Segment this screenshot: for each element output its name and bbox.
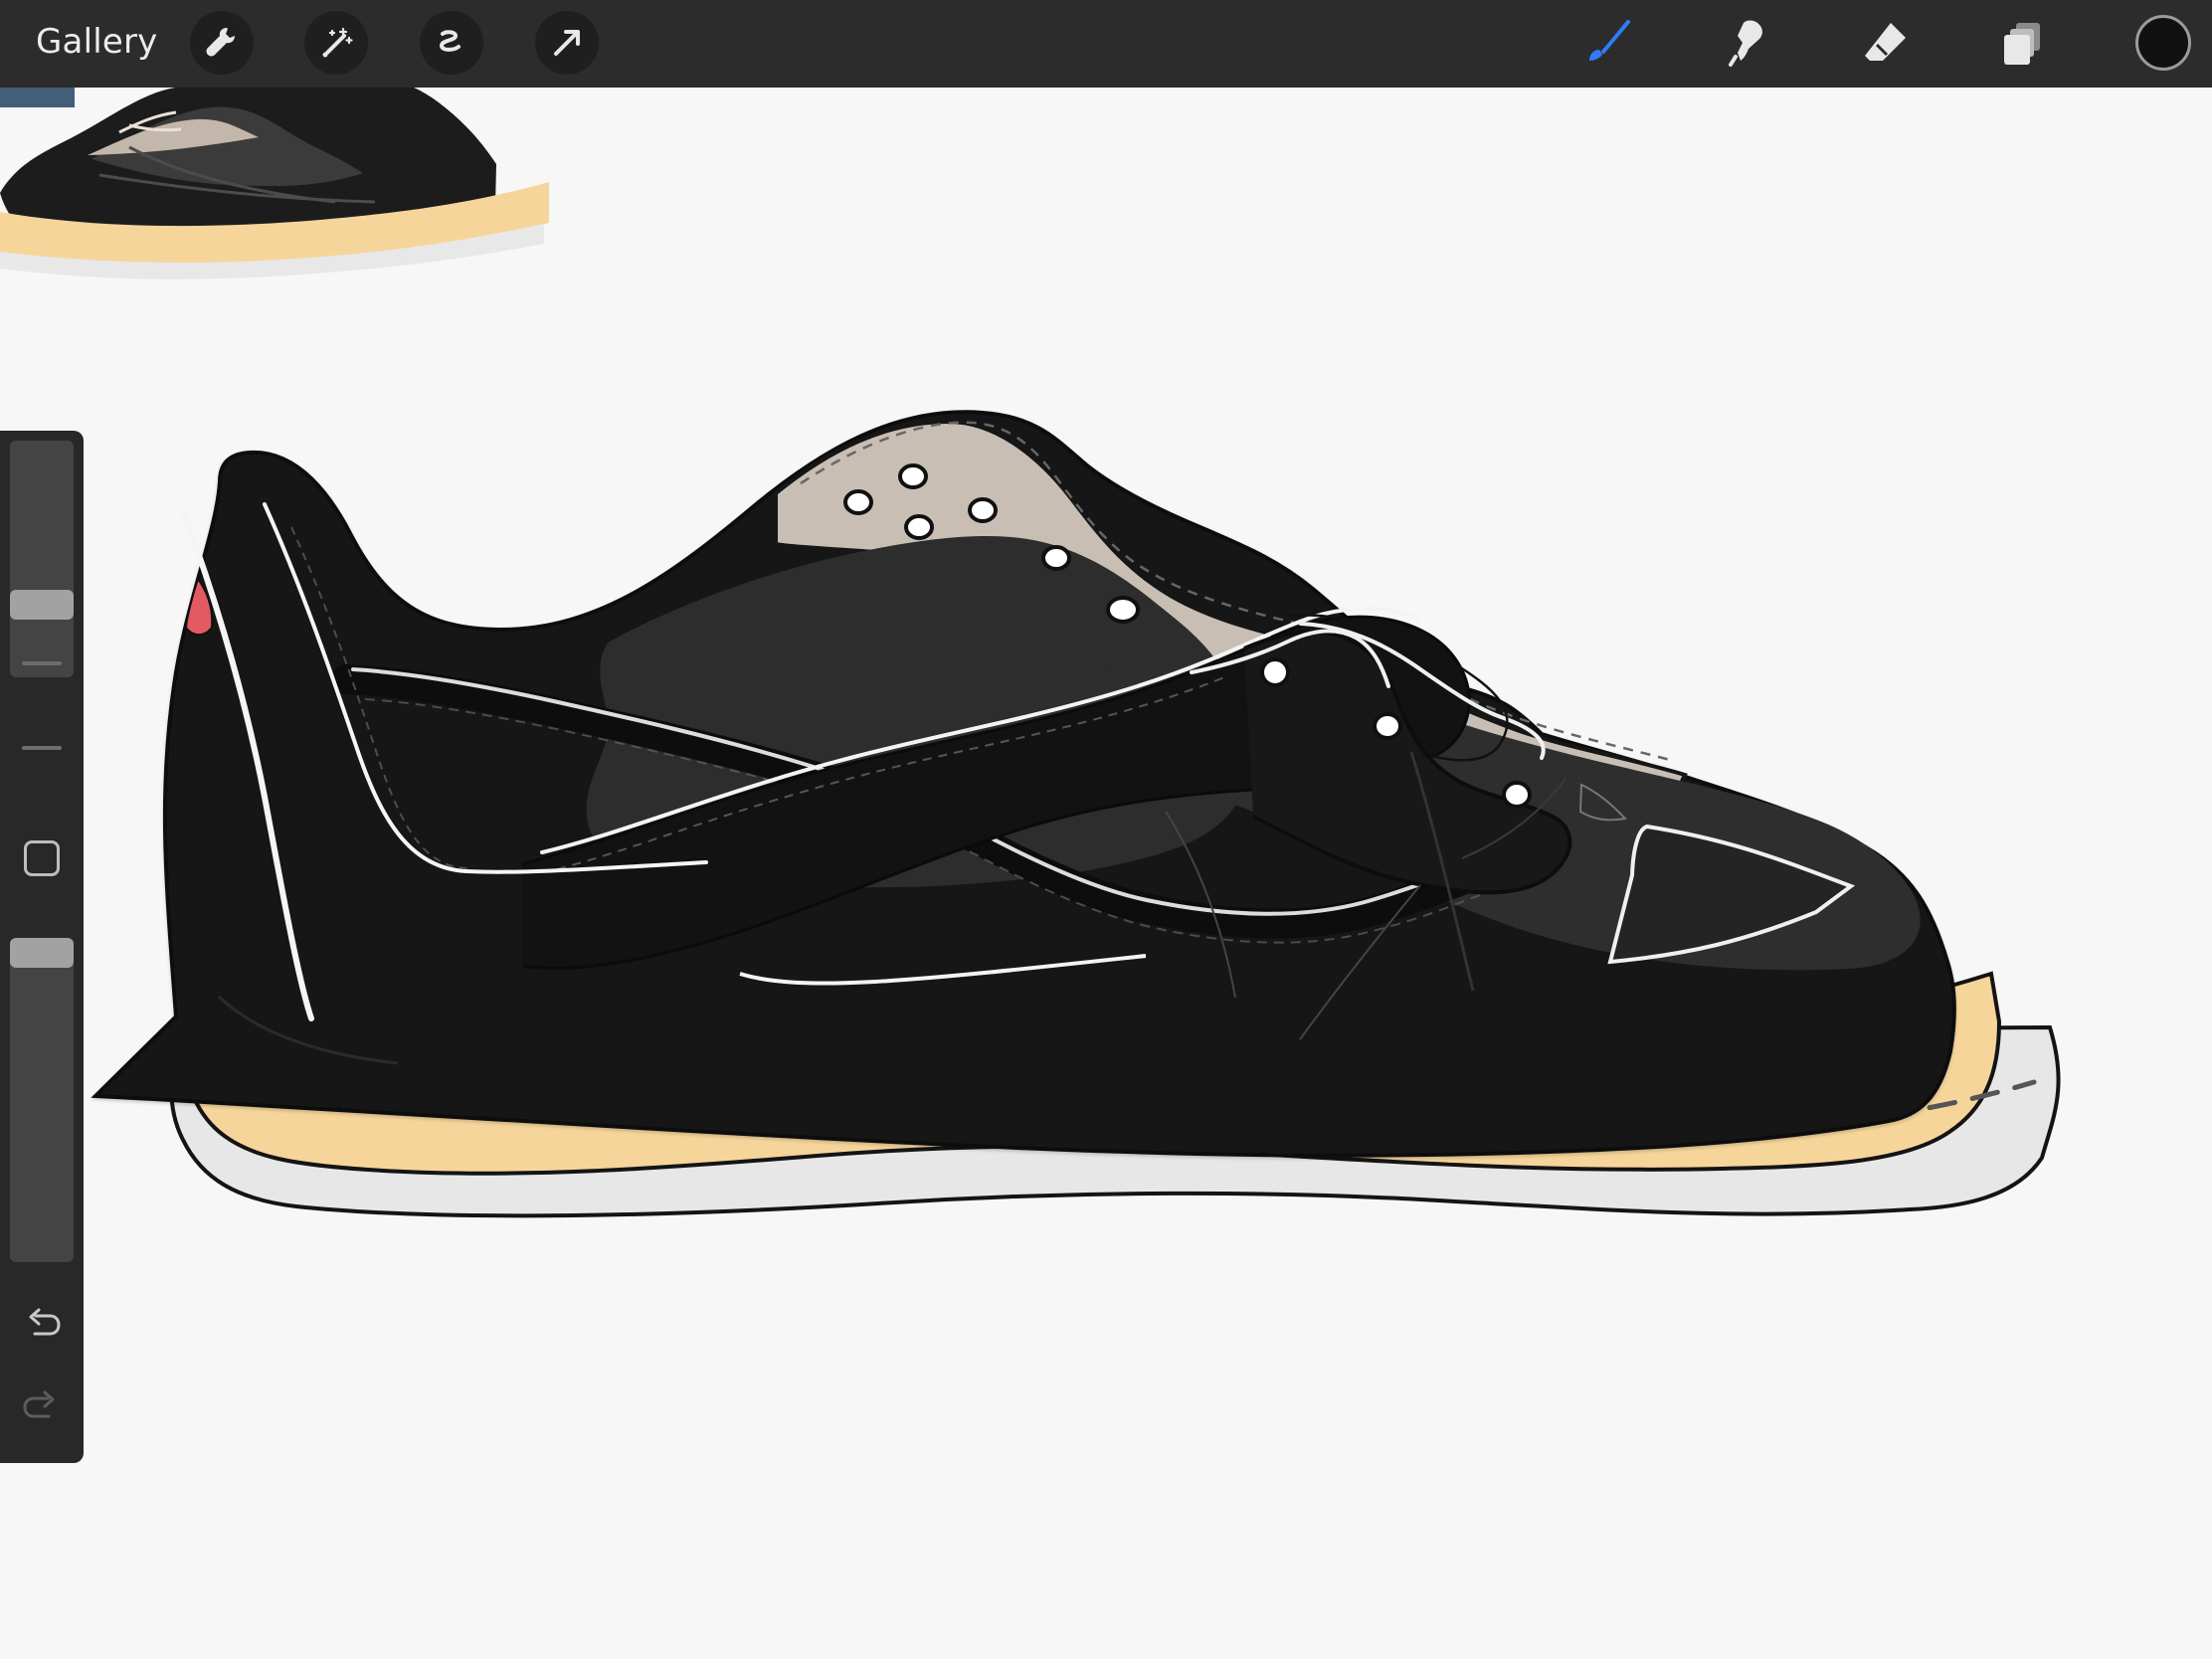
smudge-tool-button[interactable] xyxy=(1716,12,1779,76)
eraser-tool-button[interactable] xyxy=(1854,12,1918,76)
color-picker-button[interactable] xyxy=(2135,15,2191,71)
brush-size-tick xyxy=(22,661,62,665)
actions-button[interactable] xyxy=(190,11,254,75)
layers-icon xyxy=(2004,23,2040,65)
undo-icon xyxy=(29,1308,61,1336)
gallery-button[interactable]: Gallery xyxy=(36,20,158,64)
modify-button[interactable] xyxy=(24,840,60,876)
left-sidebar xyxy=(0,431,84,1463)
selection-icon xyxy=(439,30,461,52)
brush-icon xyxy=(1589,20,1630,61)
brush-tool-button[interactable] xyxy=(1577,12,1641,76)
layers-button[interactable] xyxy=(1993,12,2057,76)
brush-size-slider[interactable] xyxy=(10,441,74,677)
transform-button[interactable] xyxy=(535,11,599,75)
brush-size-handle[interactable] xyxy=(10,590,74,620)
wrench-icon xyxy=(206,28,235,57)
smudge-icon xyxy=(1729,20,1762,67)
eraser-icon xyxy=(1865,23,1906,61)
arrow-icon xyxy=(554,30,580,56)
brush-size-tick xyxy=(22,746,62,750)
adjustments-button[interactable] xyxy=(304,11,368,75)
opacity-handle[interactable] xyxy=(10,938,74,968)
opacity-slider[interactable] xyxy=(10,948,74,1262)
redo-button[interactable] xyxy=(18,1383,66,1431)
undo-button[interactable] xyxy=(18,1301,66,1349)
top-toolbar: Gallery xyxy=(0,0,2212,88)
redo-icon xyxy=(23,1390,55,1418)
drawing-canvas[interactable] xyxy=(0,88,2212,1659)
magic-wand-icon xyxy=(322,27,353,58)
selection-button[interactable] xyxy=(420,11,483,75)
